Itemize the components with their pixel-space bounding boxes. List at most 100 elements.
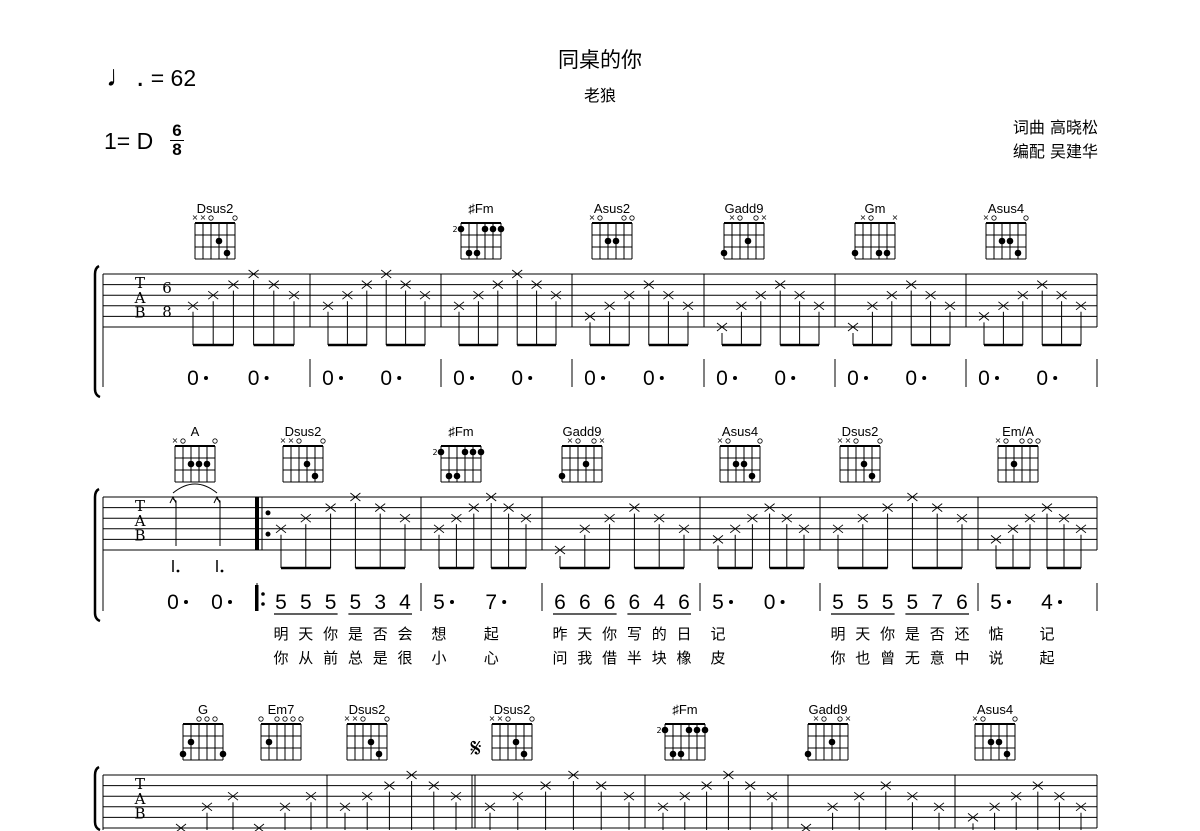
tab-note	[288, 290, 300, 345]
tab-note	[503, 503, 514, 568]
tab-note	[978, 312, 990, 345]
augmentation-dot	[922, 376, 927, 380]
tab-note	[712, 535, 724, 568]
jianpu-note: 0	[187, 367, 199, 390]
open-string-icon	[384, 716, 390, 722]
finger-dot	[828, 738, 836, 746]
chord-diagram: Gadd9× ×	[720, 201, 767, 260]
jianpu-note: 4	[399, 591, 411, 614]
open-string-icon	[629, 215, 635, 221]
jianpu-note: 0	[453, 367, 465, 390]
tab-note	[907, 791, 918, 830]
jianpu-note: 5	[300, 591, 312, 614]
open-string-icon	[868, 215, 874, 221]
muted-string-icon: ×	[599, 436, 606, 445]
finger-dot	[453, 472, 461, 480]
augmentation-dot	[1058, 600, 1062, 604]
lyric-char: 惦	[988, 625, 1003, 643]
jianpu-note: 5	[433, 591, 445, 614]
finger-dot	[685, 726, 693, 734]
muted-string-icon: ×	[845, 714, 852, 723]
tab-note	[857, 513, 869, 568]
system-brace	[93, 487, 101, 623]
lyric-char: 小	[431, 649, 446, 667]
tab-note	[384, 781, 395, 830]
chord-diagram: Asus2×	[589, 201, 635, 260]
tab-clef-letter: B	[134, 304, 145, 322]
chord-base-fret: 2	[452, 225, 457, 234]
tab-note	[1054, 791, 1065, 830]
finger-dot	[437, 448, 445, 456]
tab-note	[755, 290, 767, 345]
tab-note	[1075, 301, 1087, 345]
tab-note	[747, 513, 758, 568]
lyric-char: 半	[627, 649, 642, 667]
chord-name: Asus2	[594, 201, 630, 216]
open-string-icon	[290, 716, 296, 722]
tab-note	[774, 280, 786, 345]
jianpu-note: 6	[956, 591, 968, 614]
tab-note	[998, 301, 1009, 345]
augmentation-dot	[502, 600, 507, 604]
finger-dot	[669, 750, 677, 758]
open-string-icon	[591, 438, 597, 444]
tab-note	[1058, 513, 1070, 568]
open-string-icon	[1035, 438, 1041, 444]
muted-string-icon: ×	[845, 436, 852, 445]
open-string-icon	[505, 716, 511, 722]
finger-dot	[851, 249, 859, 257]
jianpu-note: 4	[653, 591, 665, 614]
tab-note	[595, 781, 607, 830]
tab-note	[322, 301, 334, 345]
tab-clef-letter: B	[134, 527, 145, 545]
open-string-icon	[853, 438, 859, 444]
tab-note	[907, 492, 918, 568]
chord-diagram: Asus4×	[972, 702, 1018, 761]
muted-string-icon: ×	[729, 213, 736, 222]
finger-dot	[489, 225, 497, 233]
tab-note	[227, 791, 239, 830]
finger-dot	[612, 237, 620, 245]
tab-note	[275, 524, 287, 568]
tab-note	[604, 513, 615, 568]
tab-note	[744, 781, 756, 830]
jianpu-repeat-dot	[261, 592, 265, 596]
tab-note	[406, 770, 417, 830]
finger-dot	[677, 750, 685, 758]
augmentation-dot	[264, 376, 269, 380]
tab-note	[701, 781, 712, 830]
finger-dot	[469, 448, 477, 456]
finger-dot	[375, 750, 383, 758]
finger-dot	[457, 225, 465, 233]
chord-name: Em7	[268, 702, 295, 717]
augmentation-dot	[995, 376, 999, 380]
finger-dot	[445, 472, 453, 480]
jianpu-note: 3	[374, 591, 386, 614]
lyric-char: 意	[930, 649, 945, 667]
jianpu-note: 5	[857, 591, 869, 614]
muted-string-icon: ×	[892, 213, 899, 222]
open-string-icon	[529, 716, 535, 722]
augmentation-dot	[864, 376, 868, 380]
finger-dot	[1010, 460, 1018, 468]
open-string-icon	[621, 215, 627, 221]
chord-diagram: Asus4×	[983, 201, 1029, 260]
augmentation-dot	[228, 600, 232, 604]
lyric-char: 皮	[710, 649, 725, 667]
open-string-icon	[208, 215, 214, 221]
tab-note	[781, 513, 793, 568]
tab-note	[867, 301, 878, 345]
finger-dot	[223, 249, 231, 257]
lyric-char: 记	[710, 625, 725, 643]
tab-note	[550, 290, 562, 345]
tab-note	[492, 280, 504, 345]
finger-dot	[582, 460, 590, 468]
tab-note	[880, 781, 892, 830]
tab-note	[990, 535, 1002, 568]
tab-note	[678, 524, 690, 568]
finger-dot	[477, 448, 485, 456]
tab-note	[568, 770, 579, 830]
repeat-dot	[265, 510, 271, 516]
repeat-thick-bar	[255, 497, 259, 550]
muted-string-icon: ×	[352, 714, 359, 723]
